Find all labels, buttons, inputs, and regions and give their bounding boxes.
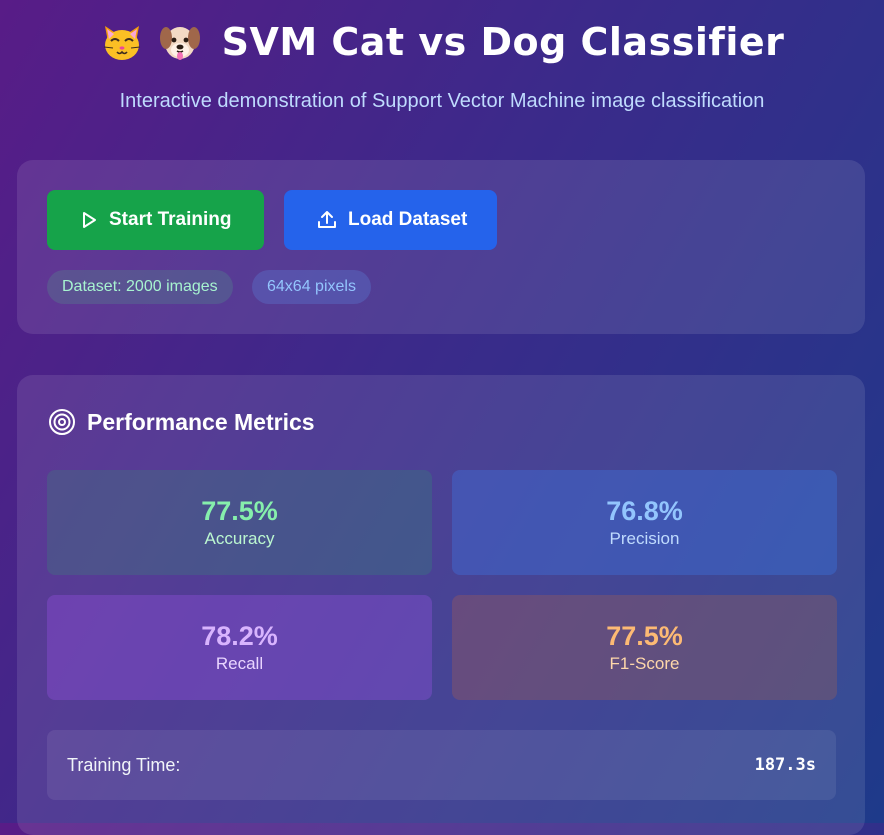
start-training-button[interactable]: Start Training [47, 190, 264, 250]
f1-score-value: 77.5% [606, 621, 683, 651]
upload-icon [318, 211, 336, 228]
training-time-label: Training Time: [67, 754, 181, 775]
page-title: SVM Cat vs Dog Classifier [221, 20, 785, 64]
cat-face-icon [103, 26, 140, 60]
f1-score-label: F1-Score [609, 654, 680, 673]
precision-label: Precision [609, 529, 680, 548]
precision-value: 76.8% [606, 496, 683, 526]
controls-panel: Start Training Load Dataset Dataset: 200… [17, 160, 865, 334]
accuracy-label: Accuracy [204, 529, 275, 548]
f1-score-card: 77.5% F1-Score [452, 595, 837, 700]
play-icon [83, 212, 96, 228]
start-training-label: Start Training [109, 209, 232, 230]
training-time-row: Training Time: 187.3s [47, 730, 836, 800]
metrics-title: Performance Metrics [87, 408, 315, 435]
training-time-value: 187.3s [754, 755, 816, 775]
load-dataset-button[interactable]: Load Dataset [284, 190, 497, 250]
target-icon [49, 409, 75, 435]
recall-label: Recall [215, 654, 264, 673]
load-dataset-label: Load Dataset [348, 209, 468, 230]
dog-face-icon [159, 27, 200, 60]
image-size-badge: 64x64 pixels [252, 270, 371, 304]
page-header: SVM Cat vs Dog Classifier [0, 20, 884, 64]
recall-value: 78.2% [201, 621, 278, 651]
performance-metrics-panel: Performance Metrics 77.5% Accuracy 76.8%… [17, 375, 865, 835]
accuracy-card: 77.5% Accuracy [47, 470, 432, 575]
page-subtitle: Interactive demonstration of Support Vec… [119, 90, 765, 112]
precision-card: 76.8% Precision [452, 470, 837, 575]
metrics-header: Performance Metrics [47, 407, 315, 437]
accuracy-value: 77.5% [201, 496, 278, 526]
dataset-size-badge: Dataset: 2000 images [47, 270, 233, 304]
recall-card: 78.2% Recall [47, 595, 432, 700]
